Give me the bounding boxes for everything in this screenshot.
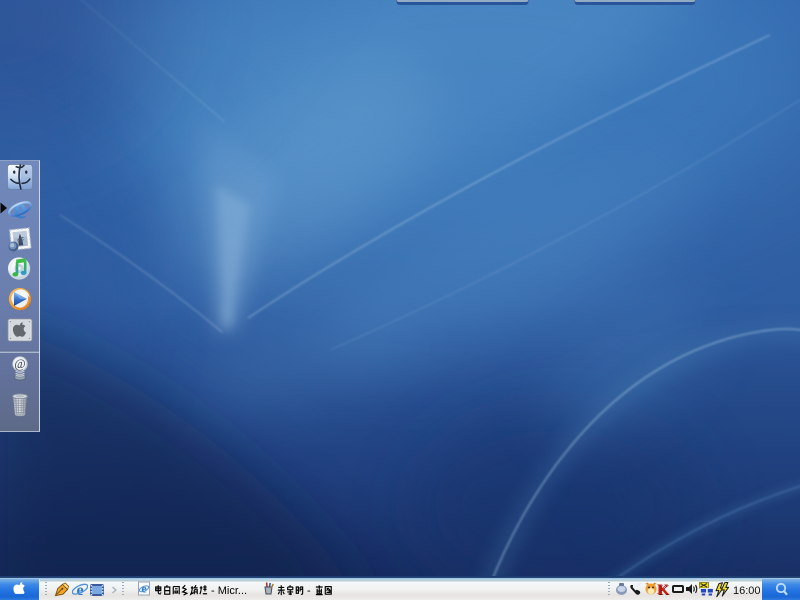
- svg-text:@: @: [14, 357, 25, 371]
- svg-text:-: -: [307, 585, 311, 597]
- svg-text:e: e: [13, 196, 26, 222]
- svg-text:e: e: [141, 582, 147, 596]
- svg-text:- Micr...: - Micr...: [211, 585, 247, 597]
